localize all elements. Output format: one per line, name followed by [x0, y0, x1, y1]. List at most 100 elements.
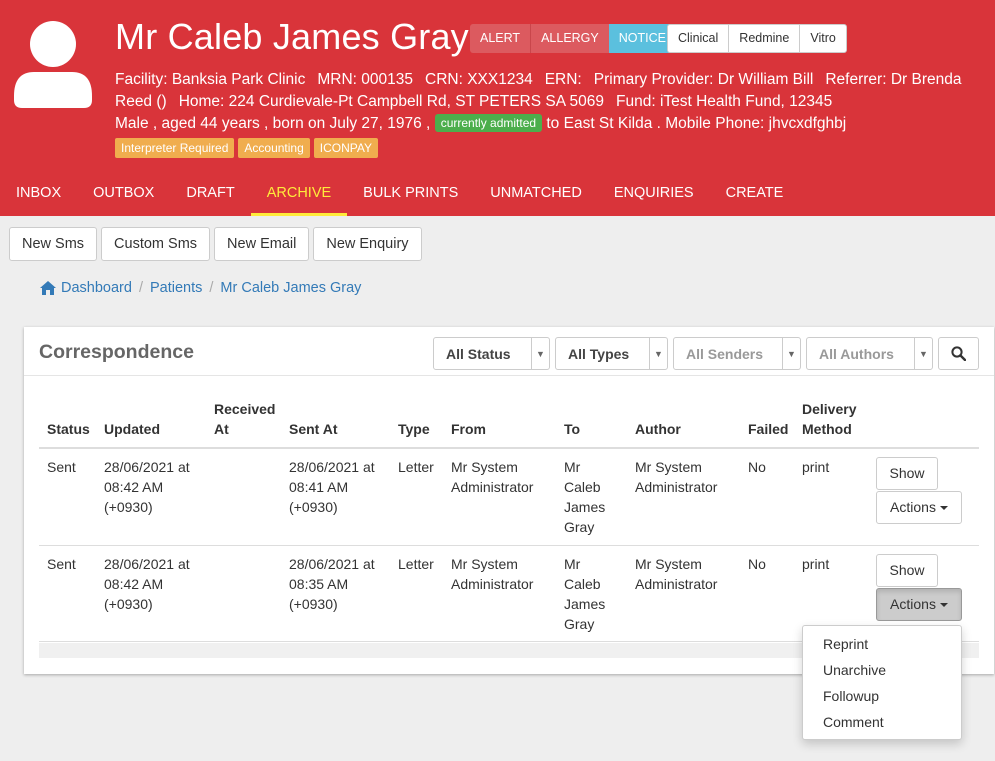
- action-toolbar: New Sms Custom Sms New Email New Enquiry: [9, 227, 422, 261]
- cell-author: Mr System Administrator: [635, 459, 718, 495]
- vitro-link-button[interactable]: Vitro: [799, 25, 845, 52]
- alert-flag-button[interactable]: ALERT: [470, 24, 531, 53]
- correspondence-panel: Correspondence All Status ▼ All Types ▼ …: [24, 327, 994, 674]
- admitted-badge: currently admitted: [434, 114, 543, 132]
- provider-text: Primary Provider: Dr William Bill: [593, 71, 814, 88]
- search-icon: [951, 346, 966, 361]
- admitted-location-text: to East St Kilda . Mobile Phone: jhvcxdf…: [546, 115, 847, 132]
- tab-create[interactable]: CREATE: [710, 172, 800, 216]
- new-sms-button[interactable]: New Sms: [9, 227, 98, 261]
- external-links: Clinical Redmine Vitro: [667, 24, 847, 53]
- redmine-link-button[interactable]: Redmine: [728, 25, 799, 52]
- clinical-link-button[interactable]: Clinical: [668, 25, 728, 52]
- cell-type: Letter: [398, 459, 434, 475]
- column-header-delivery-method: Delivery Method: [802, 401, 857, 437]
- patient-badges: Interpreter Required Accounting ICONPAY: [115, 138, 378, 158]
- author-filter-select[interactable]: All Authors ▼: [806, 337, 933, 370]
- notice-flag-button[interactable]: NOTICE: [608, 24, 676, 53]
- sender-filter-select[interactable]: All Senders ▼: [673, 337, 801, 370]
- breadcrumb-dashboard-link[interactable]: Dashboard: [61, 280, 132, 296]
- cell-updated: 28/06/2021 at 08:42 AM (+0930): [104, 556, 190, 612]
- fund-text: Fund: iTest Health Fund, 12345: [616, 93, 833, 110]
- breadcrumb-separator: /: [138, 280, 143, 296]
- correspondence-tabs: INBOX OUTBOX DRAFT ARCHIVE BULK PRINTS U…: [0, 172, 799, 216]
- cell-delivery-method: print: [802, 556, 830, 572]
- allergy-flag-button[interactable]: ALLERGY: [530, 24, 609, 53]
- column-header-updated: Updated: [104, 421, 160, 437]
- caret-down-icon: [939, 506, 948, 510]
- cell-to: Mr Caleb James Gray: [564, 556, 606, 632]
- show-button[interactable]: Show: [876, 457, 938, 490]
- status-filter-select[interactable]: All Status ▼: [433, 337, 550, 370]
- chevron-down-icon: ▼: [914, 338, 932, 369]
- custom-sms-button[interactable]: Custom Sms: [101, 227, 211, 261]
- menu-item-reprint[interactable]: Reprint: [803, 631, 961, 657]
- cell-failed: No: [748, 556, 766, 572]
- type-filter-label: All Types: [568, 345, 630, 362]
- column-header-sent-at: Sent At: [289, 421, 338, 437]
- panel-title: Correspondence: [39, 341, 194, 363]
- breadcrumb-patient-link[interactable]: Mr Caleb James Gray: [220, 280, 361, 296]
- column-header-to: To: [564, 421, 581, 437]
- row-divider: [39, 545, 979, 546]
- tab-unmatched[interactable]: UNMATCHED: [474, 172, 598, 216]
- patient-header: Mr Caleb James Gray ALERT ALLERGY NOTICE…: [0, 0, 995, 216]
- show-button[interactable]: Show: [876, 554, 938, 587]
- tab-inbox[interactable]: INBOX: [0, 172, 77, 216]
- column-header-from: From: [451, 421, 486, 437]
- cell-from: Mr System Administrator: [451, 556, 534, 592]
- cell-sent-at: 28/06/2021 at 08:41 AM (+0930): [289, 459, 375, 515]
- chevron-down-icon: ▼: [649, 338, 667, 369]
- column-header-type: Type: [398, 421, 430, 437]
- patient-info: Facility: Banksia Park Clinic MRN: 000135…: [115, 69, 995, 135]
- panel-header: Correspondence All Status ▼ All Types ▼ …: [24, 327, 994, 376]
- cell-author: Mr System Administrator: [635, 556, 718, 592]
- sender-filter-label: All Senders: [686, 345, 764, 362]
- cell-to: Mr Caleb James Gray: [564, 459, 606, 535]
- breadcrumb-separator: /: [209, 280, 214, 296]
- home-icon: [40, 281, 56, 295]
- author-filter-label: All Authors: [819, 345, 894, 362]
- cell-sent-at: 28/06/2021 at 08:35 AM (+0930): [289, 556, 375, 612]
- new-enquiry-button[interactable]: New Enquiry: [313, 227, 422, 261]
- column-header-status: Status: [47, 421, 90, 437]
- actions-dropdown-button[interactable]: Actions: [876, 588, 962, 621]
- menu-item-unarchive[interactable]: Unarchive: [803, 657, 961, 683]
- cell-updated: 28/06/2021 at 08:42 AM (+0930): [104, 459, 190, 515]
- tab-outbox[interactable]: OUTBOX: [77, 172, 170, 216]
- facility-text: Facility: Banksia Park Clinic: [115, 71, 306, 88]
- patient-name: Mr Caleb James Gray: [115, 16, 469, 57]
- actions-dropdown-button[interactable]: Actions: [876, 491, 962, 524]
- breadcrumb-patients-link[interactable]: Patients: [150, 280, 202, 296]
- filter-bar: All Status ▼ All Types ▼ All Senders ▼ A…: [433, 337, 979, 370]
- cell-failed: No: [748, 459, 766, 475]
- new-email-button[interactable]: New Email: [214, 227, 310, 261]
- ern-text: ERN:: [544, 71, 582, 88]
- tab-bulk-prints[interactable]: BULK PRINTS: [347, 172, 474, 216]
- caret-down-icon: [939, 603, 948, 607]
- status-filter-label: All Status: [446, 345, 511, 362]
- chevron-down-icon: ▼: [531, 338, 549, 369]
- accounting-badge: Accounting: [238, 138, 310, 158]
- tab-enquiries[interactable]: ENQUIRIES: [598, 172, 710, 216]
- cell-from: Mr System Administrator: [451, 459, 534, 495]
- column-header-received: Received At: [214, 401, 276, 437]
- breadcrumb: Dashboard / Patients / Mr Caleb James Gr…: [40, 280, 361, 296]
- type-filter-select[interactable]: All Types ▼: [555, 337, 668, 370]
- user-avatar-icon: [14, 21, 92, 108]
- crn-text: CRN: XXX1234: [425, 71, 533, 88]
- demographics-text: Male , aged 44 years , born on July 27, …: [115, 115, 431, 132]
- search-button[interactable]: [938, 337, 979, 370]
- tab-archive[interactable]: ARCHIVE: [250, 172, 348, 216]
- table-header-divider: [39, 447, 979, 449]
- actions-dropdown-menu: Reprint Unarchive Followup Comment: [802, 625, 962, 740]
- cell-status: Sent: [47, 459, 76, 475]
- menu-item-comment[interactable]: Comment: [803, 709, 961, 735]
- menu-item-followup[interactable]: Followup: [803, 683, 961, 709]
- tab-draft[interactable]: DRAFT: [170, 172, 250, 216]
- iconpay-badge: ICONPAY: [313, 138, 378, 158]
- home-address-text: Home: 224 Curdievale-Pt Campbell Rd, ST …: [178, 93, 604, 110]
- mrn-text: MRN: 000135: [317, 71, 413, 88]
- interpreter-badge: Interpreter Required: [115, 138, 235, 158]
- column-header-author: Author: [635, 421, 681, 437]
